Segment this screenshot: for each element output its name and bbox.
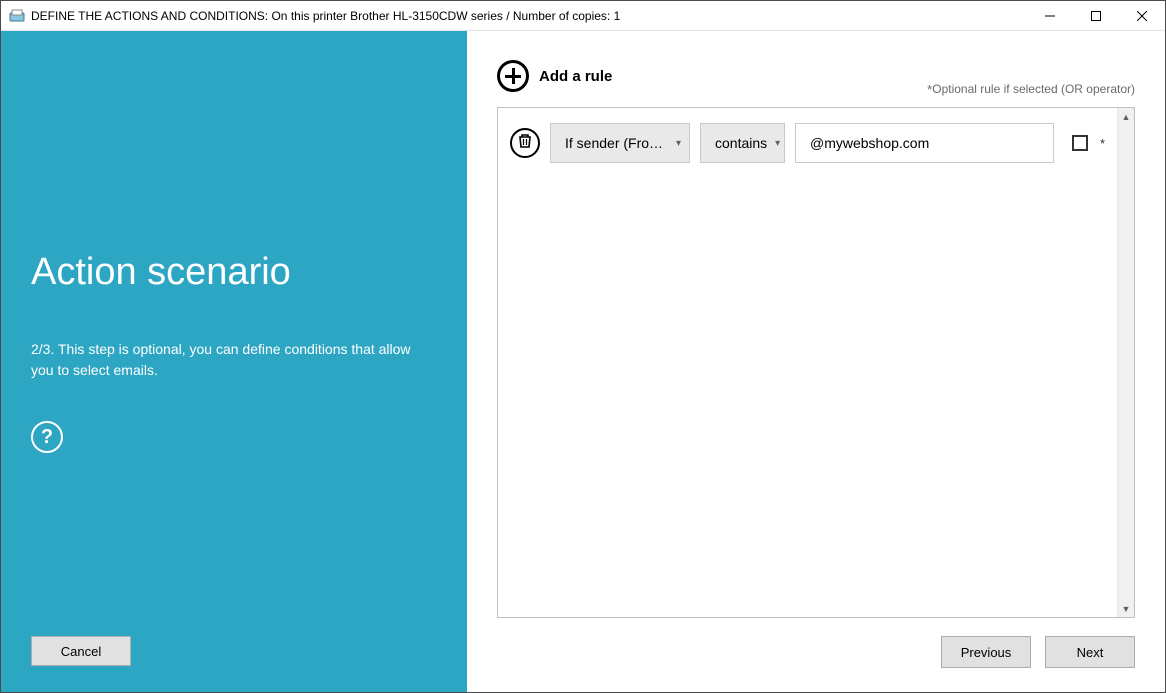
cancel-button[interactable]: Cancel <box>31 636 131 666</box>
trash-icon <box>517 133 533 154</box>
window-body: Action scenario 2/3. This step is option… <box>1 31 1165 692</box>
rule-value-input[interactable] <box>795 123 1054 163</box>
rule-row: If sender (From)... ▾ contains ▾ * <box>510 123 1105 163</box>
rules-list: If sender (From)... ▾ contains ▾ * ▲ <box>497 107 1135 618</box>
rule-operator-dropdown[interactable]: contains ▾ <box>700 123 785 163</box>
rules-list-inner: If sender (From)... ▾ contains ▾ * <box>498 108 1117 617</box>
page-description: 2/3. This step is optional, you can defi… <box>31 339 431 381</box>
add-rule-label: Add a rule <box>539 68 612 85</box>
optional-rule-checkbox[interactable] <box>1072 135 1088 151</box>
plus-icon <box>497 60 529 92</box>
chevron-down-icon: ▾ <box>676 138 681 149</box>
help-icon: ? <box>41 426 53 449</box>
minimize-button[interactable] <box>1027 1 1073 30</box>
previous-button[interactable]: Previous <box>941 636 1031 668</box>
rule-field-label: If sender (From)... <box>565 135 668 151</box>
add-rule-button[interactable]: Add a rule <box>497 60 612 92</box>
window-title: DEFINE THE ACTIONS AND CONDITIONS: On th… <box>31 9 620 23</box>
rules-topbar: Add a rule *Optional rule if selected (O… <box>497 51 1135 101</box>
scrollbar[interactable]: ▲ ▼ <box>1117 108 1134 617</box>
app-window: DEFINE THE ACTIONS AND CONDITIONS: On th… <box>0 0 1166 693</box>
sidebar: Action scenario 2/3. This step is option… <box>1 31 467 692</box>
app-icon <box>9 8 25 24</box>
scroll-down-arrow-icon[interactable]: ▼ <box>1118 600 1134 617</box>
wizard-footer: Previous Next <box>497 636 1135 668</box>
help-button[interactable]: ? <box>31 421 63 453</box>
close-button[interactable] <box>1119 1 1165 30</box>
chevron-down-icon: ▾ <box>775 138 780 149</box>
next-button[interactable]: Next <box>1045 636 1135 668</box>
scroll-up-arrow-icon[interactable]: ▲ <box>1118 108 1134 125</box>
window-controls <box>1027 1 1165 30</box>
rule-field-dropdown[interactable]: If sender (From)... ▾ <box>550 123 690 163</box>
main-panel: Add a rule *Optional rule if selected (O… <box>467 31 1165 692</box>
optional-hint: *Optional rule if selected (OR operator) <box>927 82 1135 101</box>
maximize-button[interactable] <box>1073 1 1119 30</box>
rule-operator-label: contains <box>715 135 767 151</box>
titlebar: DEFINE THE ACTIONS AND CONDITIONS: On th… <box>1 1 1165 31</box>
delete-rule-button[interactable] <box>510 128 540 158</box>
page-heading: Action scenario <box>31 251 437 294</box>
asterisk-icon: * <box>1100 136 1105 151</box>
